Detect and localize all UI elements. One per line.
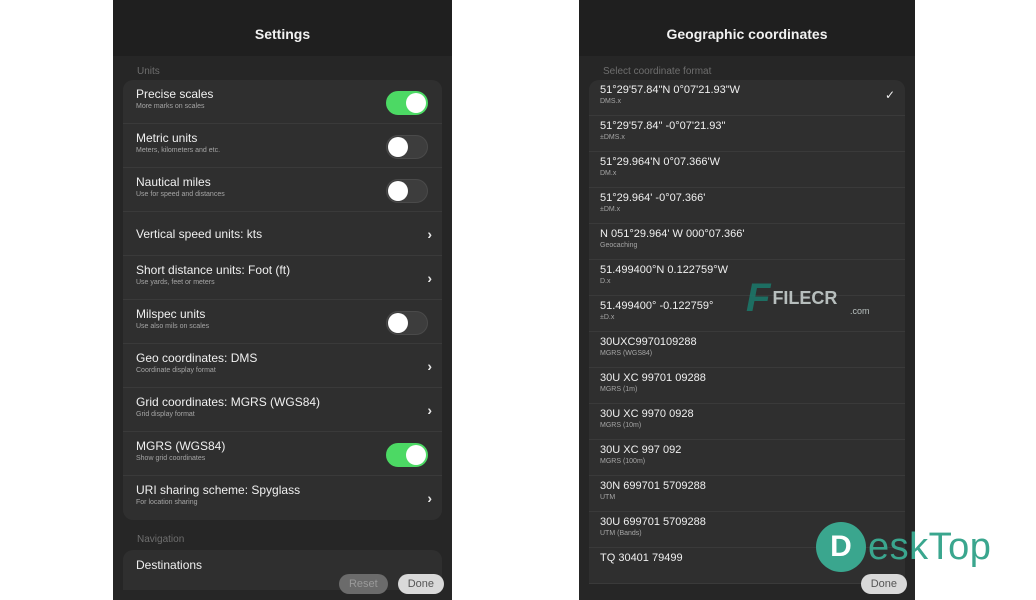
coordinate-example: N 051°29.964' W 000°07.366' [600, 228, 745, 240]
coordinate-format-name: DM.x [600, 170, 617, 177]
settings-row-label: URI sharing scheme: Spyglass [136, 483, 301, 497]
coordinate-format-row[interactable]: 51°29'57.84"N 0°07'21.93"W DMS.x ✓ [589, 80, 905, 116]
settings-row[interactable]: URI sharing scheme: Spyglass For location… [123, 476, 442, 520]
desktop-watermark: D eskTop [816, 522, 991, 572]
coordinate-example: 30UXC9970109288 [600, 336, 697, 348]
coordinate-format-name: MGRS (WGS84) [600, 350, 653, 357]
chevron-right-icon: › [427, 226, 432, 242]
coordinate-format-row[interactable]: 30U XC 997 092 MGRS (100m) [589, 440, 905, 476]
toggle-knob [388, 181, 408, 201]
coordinate-format-row[interactable]: 51°29.964'N 0°07.366'W DM.x [589, 152, 905, 188]
coordinate-format-row[interactable]: 30U XC 99701 09288 MGRS (1m) [589, 368, 905, 404]
settings-row[interactable]: Short distance units: Foot (ft) Use yards… [123, 256, 442, 300]
checkmark-icon: ✓ [884, 88, 895, 102]
settings-row[interactable]: Milspec units Use also mils on scales [123, 300, 442, 344]
desktop-logo-icon: D [816, 522, 866, 572]
settings-row[interactable]: Nautical miles Use for speed and distance… [123, 168, 442, 212]
done-button[interactable]: Done [397, 574, 444, 594]
settings-screen: Settings Units Precise scales More marks … [113, 0, 452, 600]
coordinate-format-row[interactable]: 30U XC 9970 0928 MGRS (10m) [589, 404, 905, 440]
chevron-right-icon: › [427, 270, 432, 286]
section-navigation-title: Navigation [137, 534, 185, 545]
coordinate-example: 30N 699701 5709288 [600, 480, 706, 492]
settings-row-label: Grid coordinates: MGRS (WGS84) [136, 395, 321, 409]
settings-row-subtitle: For location sharing [136, 499, 198, 506]
toggle-switch[interactable] [386, 443, 428, 467]
coordinate-format-row[interactable]: 30UXC9970109288 MGRS (WGS84) [589, 332, 905, 368]
toggle-switch[interactable] [386, 91, 428, 115]
coordinate-format-name: MGRS (1m) [600, 386, 638, 393]
geo-done-button[interactable]: Done [860, 574, 907, 594]
settings-row[interactable]: Grid coordinates: MGRS (WGS84) Grid displ… [123, 388, 442, 432]
coordinate-format-name: UTM [600, 494, 616, 501]
settings-row-subtitle: Use yards, feet or meters [136, 279, 215, 286]
toggle-switch[interactable] [386, 311, 428, 335]
section-units-title: Units [137, 66, 160, 77]
toggle-knob [406, 445, 426, 465]
coordinate-example: 30U XC 9970 0928 [600, 408, 694, 420]
settings-row-subtitle: Grid display format [136, 411, 195, 418]
chevron-right-icon: › [427, 358, 432, 374]
coordinate-format-name: DMS.x [600, 98, 621, 105]
coordinate-format-row[interactable]: N 051°29.964' W 000°07.366' Geocaching [589, 224, 905, 260]
coordinate-example: 51.499400°N 0.122759°W [600, 264, 729, 276]
reset-button[interactable]: Reset [338, 574, 388, 594]
toggle-knob [406, 93, 426, 113]
settings-row[interactable]: MGRS (WGS84) Show grid coordinates [123, 432, 442, 476]
geo-title: Geographic coordinates [579, 0, 915, 56]
settings-row-label: Vertical speed units: kts [136, 227, 263, 241]
settings-row-subtitle: Coordinate display format [136, 367, 216, 374]
chevron-right-icon: › [427, 490, 432, 506]
coordinate-format-row[interactable]: 30N 699701 5709288 UTM [589, 476, 905, 512]
toggle-knob [388, 137, 408, 157]
settings-row-label: Destinations [136, 558, 203, 572]
settings-row[interactable]: Geo coordinates: DMS Coordinate display f… [123, 344, 442, 388]
chevron-right-icon: › [427, 402, 432, 418]
settings-row[interactable]: Metric units Meters, kilometers and etc. [123, 124, 442, 168]
settings-list: Precise scales More marks on scales Metric… [123, 80, 442, 520]
coordinate-format-list: 51°29'57.84"N 0°07'21.93"W DMS.x ✓ 51°29'57… [589, 80, 905, 584]
coordinate-format-row[interactable]: 51°29'57.84" -0°07'21.93" ±DMS.x [589, 116, 905, 152]
geo-bottom-buttons: Done [860, 574, 907, 594]
settings-row[interactable]: Precise scales More marks on scales [123, 80, 442, 124]
filecr-logo-icon: F [746, 276, 771, 320]
settings-row-label: Geo coordinates: DMS [136, 351, 258, 365]
filecr-watermark: F FILECR .com [746, 276, 870, 321]
filecr-text: FILECR [772, 288, 838, 308]
toggle-switch[interactable] [386, 135, 428, 159]
settings-row[interactable]: Vertical speed units: kts › [123, 212, 442, 256]
coordinate-format-name: ±DM.x [600, 206, 621, 213]
settings-title: Settings [113, 0, 452, 56]
coordinate-example: 30U XC 99701 09288 [600, 372, 706, 384]
coordinate-example: 51°29'57.84" -0°07'21.93" [600, 120, 726, 132]
coordinate-format-row[interactable]: 51°29.964' -0°07.366' ±DM.x [589, 188, 905, 224]
coordinate-format-name: MGRS (100m) [600, 458, 646, 465]
coordinate-example: 51°29.964'N 0°07.366'W [600, 156, 721, 168]
settings-bottom-buttons: Reset Done [338, 574, 444, 594]
coordinate-format-name: Geocaching [600, 242, 638, 249]
desktop-logo-text: eskTop [868, 525, 992, 568]
coordinate-example: 51°29'57.84"N 0°07'21.93"W [600, 84, 741, 96]
settings-row-label: Short distance units: Foot (ft) [136, 263, 291, 277]
coordinate-format-name: ±DMS.x [600, 134, 625, 141]
coordinate-example: 30U XC 997 092 [600, 444, 682, 456]
toggle-knob [388, 313, 408, 333]
coordinate-example: 51°29.964' -0°07.366' [600, 192, 706, 204]
toggle-switch[interactable] [386, 179, 428, 203]
filecr-sub: .com [850, 306, 870, 316]
geo-section-title: Select coordinate format [603, 66, 712, 77]
coordinate-format-name: MGRS (10m) [600, 422, 642, 429]
